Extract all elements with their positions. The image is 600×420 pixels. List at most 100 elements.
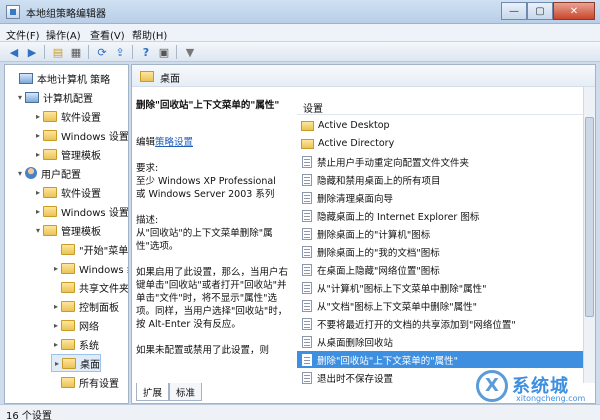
computer-icon — [19, 72, 33, 84]
tree-item[interactable]: ▸ 软件设置 — [33, 107, 101, 125]
setting-row[interactable]: 从"计算机"图标上下文菜单中删除"属性" — [297, 279, 593, 296]
setting-row[interactable]: Active Desktop — [297, 117, 593, 134]
minimize-button[interactable]: — — [501, 2, 527, 20]
policy-icon — [302, 173, 312, 186]
tree-item[interactable]: ▾ 计算机配置 — [15, 88, 93, 106]
menu-view[interactable]: 查看(V) — [90, 27, 125, 42]
setting-label: 删除桌面上的"我的文档"图标 — [317, 247, 440, 259]
expand-arrow-icon[interactable]: ▸ — [33, 150, 43, 159]
column-header-setting[interactable]: 设置 — [297, 95, 593, 115]
refresh-icon[interactable]: ⟳ — [94, 44, 110, 60]
setting-row[interactable]: 不要将最近打开的文档的共享添加到"网络位置" — [297, 315, 593, 332]
show-hide-tree-icon[interactable]: ▦ — [68, 44, 84, 60]
tab-extended[interactable]: 扩展 — [136, 383, 170, 401]
tree-item-label: 软件设置 — [61, 188, 101, 200]
folder-icon — [43, 205, 57, 217]
scrollbar-thumb[interactable] — [585, 117, 594, 317]
tree-item[interactable]: ▸ 管理模板 — [33, 145, 101, 163]
setting-row[interactable]: 删除桌面上的"计算机"图标 — [297, 225, 593, 242]
title-bar: 本地组策略编辑器 — ▢ ✕ — [0, 0, 600, 24]
setting-label: 隐藏和禁用桌面上的所有项目 — [317, 175, 441, 187]
watermark-logo-icon — [476, 370, 508, 402]
vertical-scrollbar[interactable] — [583, 87, 595, 383]
tree-item[interactable]: "开始"菜单 — [51, 240, 128, 258]
expand-arrow-icon[interactable]: ▸ — [33, 188, 43, 197]
filter-icon[interactable]: ▼ — [182, 44, 198, 60]
folder-up-icon[interactable]: ▤ — [50, 44, 66, 60]
policy-icon — [302, 371, 312, 384]
tree-item[interactable]: ▸ 软件设置 — [33, 183, 101, 201]
setting-label: 从"文档"图标上下文菜单中删除"属性" — [317, 301, 477, 313]
view-tabs: 扩展 标准 — [136, 383, 203, 401]
expand-arrow-icon[interactable]: ▸ — [33, 207, 43, 216]
properties-icon[interactable]: ▣ — [156, 44, 172, 60]
tree-item[interactable]: ▾ 用户配置 — [15, 164, 81, 182]
setting-row[interactable]: 删除清理桌面向导 — [297, 189, 593, 206]
tree-item[interactable]: ▸ 系统 — [51, 335, 99, 353]
expand-arrow-icon[interactable]: ▸ — [52, 359, 62, 368]
menu-file[interactable]: 文件(F) — [6, 27, 40, 42]
tree-item[interactable]: ▸ 桌面 — [51, 354, 101, 372]
expand-arrow-icon[interactable]: ▾ — [15, 169, 25, 178]
policy-icon — [302, 281, 312, 294]
folder-icon — [43, 186, 57, 198]
tree-item[interactable]: ▸ Windows 设置 — [33, 126, 129, 144]
setting-row[interactable]: 隐藏和禁用桌面上的所有项目 — [297, 171, 593, 188]
help-icon[interactable]: ? — [138, 44, 154, 60]
tab-standard[interactable]: 标准 — [169, 383, 203, 401]
settings-list: 设置 Active Desktop Active Directory 禁止用户手动重… — [297, 95, 593, 385]
tree-item[interactable]: ▸ 网络 — [51, 316, 99, 334]
setting-row[interactable]: 隐藏桌面上的 Internet Explorer 图标 — [297, 207, 593, 224]
setting-label: 隐藏桌面上的 Internet Explorer 图标 — [317, 211, 480, 223]
setting-row[interactable]: 从"文档"图标上下文菜单中删除"属性" — [297, 297, 593, 314]
menu-bar: 文件(F) 操作(A) 查看(V) 帮助(H) — [0, 24, 600, 42]
expand-arrow-icon[interactable]: ▸ — [33, 112, 43, 121]
maximize-button[interactable]: ▢ — [527, 2, 553, 20]
setting-row[interactable]: Active Directory — [297, 135, 593, 152]
policy-icon — [302, 245, 312, 258]
setting-row[interactable]: 从桌面删除回收站 — [297, 333, 593, 350]
pane-header: 桌面 — [132, 65, 595, 87]
description-text: 从"回收站"的上下文菜单删除"属性"选项。 — [136, 228, 273, 252]
folder-icon — [140, 71, 154, 82]
menu-help[interactable]: 帮助(H) — [132, 27, 167, 42]
tree-item-label: 软件设置 — [61, 112, 101, 124]
tree-item-label: Windows 组件 — [79, 264, 128, 276]
setting-label: 删除清理桌面向导 — [317, 193, 394, 205]
tree-item[interactable]: ▸ Windows 组件 — [51, 259, 128, 277]
setting-label: Active Directory — [318, 138, 395, 149]
expand-arrow-icon[interactable]: ▸ — [51, 321, 61, 330]
watermark: 系统城 xitongcheng.com — [476, 366, 594, 406]
expand-arrow-icon[interactable]: ▸ — [33, 131, 43, 140]
menu-action[interactable]: 操作(A) — [46, 27, 81, 42]
close-button[interactable]: ✕ — [553, 2, 595, 20]
expand-arrow-icon[interactable]: ▾ — [15, 93, 25, 102]
expand-arrow-icon[interactable]: ▸ — [51, 340, 61, 349]
description-panel: 删除"回收站"上下文菜单的"属性" 编辑策略设置 要求: 至少 Windows … — [136, 99, 288, 379]
setting-row[interactable]: 在桌面上隐藏"网络位置"图标 — [297, 261, 593, 278]
tree-item[interactable]: ▸ Windows 设置 — [33, 202, 128, 220]
tree-item[interactable]: ▸ 控制面板 — [51, 297, 119, 315]
tree-item[interactable]: 所有设置 — [51, 373, 119, 391]
description-label: 描述: — [136, 215, 159, 226]
window-title: 本地组策略编辑器 — [26, 9, 106, 20]
export-list-icon[interactable]: ⇪ — [112, 44, 128, 60]
expand-arrow-icon[interactable]: ▸ — [51, 302, 61, 311]
policy-icon — [302, 155, 312, 168]
setting-row[interactable]: 禁止用户手动重定向配置文件文件夹 — [297, 153, 593, 170]
forward-arrow-icon[interactable]: ▶ — [24, 44, 40, 60]
expand-arrow-icon[interactable]: ▾ — [33, 226, 43, 235]
tree-item[interactable]: 本地计算机 策略 — [9, 69, 110, 87]
expand-arrow-icon[interactable]: ▸ — [51, 264, 61, 273]
back-arrow-icon[interactable]: ◀ — [6, 44, 22, 60]
setting-label: 不要将最近打开的文档的共享添加到"网络位置" — [317, 319, 516, 331]
tree-item-label: 管理模板 — [61, 226, 101, 238]
policy-icon — [302, 299, 312, 312]
tree-item-label: Windows 设置 — [61, 131, 129, 143]
window-controls: — ▢ ✕ — [501, 2, 595, 20]
tree-item[interactable]: ▾ 管理模板 — [33, 221, 101, 239]
policy-icon — [302, 263, 312, 276]
setting-row[interactable]: 删除桌面上的"我的文档"图标 — [297, 243, 593, 260]
edit-policy-link[interactable]: 策略设置 — [155, 137, 193, 148]
tree-item[interactable]: 共享文件夹 — [51, 278, 128, 296]
